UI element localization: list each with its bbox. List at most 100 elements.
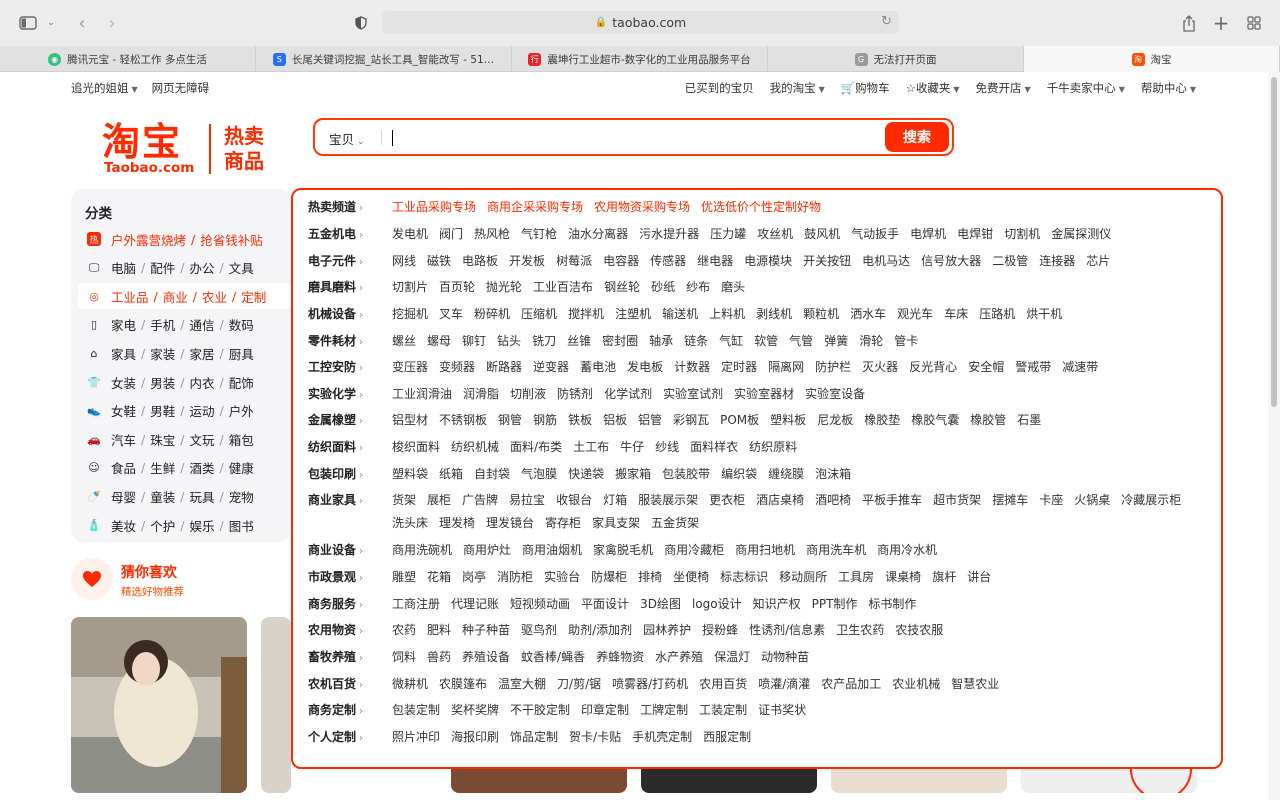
panel-item-link[interactable]: 包装胶带 (662, 463, 710, 486)
panel-item-link[interactable]: 课桌椅 (885, 566, 921, 589)
category-link[interactable]: 文具 (229, 258, 254, 277)
browser-tab[interactable]: ◉ 腾讯元宝 - 轻松工作 多点生活 (0, 46, 256, 72)
category-link[interactable]: 女鞋 (111, 401, 136, 420)
panel-item-link[interactable]: 商用洗碗机 (392, 539, 452, 562)
panel-item-link[interactable]: 密封圈 (602, 330, 638, 353)
panel-item-link[interactable]: 纱线 (655, 436, 679, 459)
panel-item-link[interactable]: 园林养护 (643, 619, 691, 642)
panel-item-link[interactable]: 种子种苗 (462, 619, 510, 642)
panel-item-link[interactable]: 砂纸 (651, 276, 675, 299)
browser-tab[interactable]: S 长尾关键词挖掘_站长工具_智能改写 - 51… (256, 46, 512, 72)
panel-item-link[interactable]: 发电机 (392, 223, 428, 246)
category-link[interactable]: 母婴 (111, 487, 136, 506)
panel-category-label[interactable]: 五金机电 › (308, 223, 392, 247)
category-row[interactable]: 🍼 母婴 / 童装 / 玩具 / 宠物 (78, 483, 293, 509)
panel-category-label[interactable]: 个人定制 › (308, 726, 392, 750)
panel-item-link[interactable]: 更衣柜 (709, 489, 745, 512)
category-link[interactable]: 配饰 (229, 373, 254, 392)
page-scrollbar[interactable] (1268, 72, 1280, 800)
category-link[interactable]: 商业 (163, 287, 188, 306)
panel-item-link[interactable]: 商用企采采购专场 (487, 196, 583, 219)
panel-item-link[interactable]: 继电器 (697, 250, 733, 273)
panel-item-link[interactable]: 断路器 (486, 356, 522, 379)
panel-category-label[interactable]: 商务服务 › (308, 593, 392, 617)
panel-item-link[interactable]: 观光车 (897, 303, 933, 326)
panel-item-link[interactable]: 养蜂物资 (596, 646, 644, 669)
panel-item-link[interactable]: 防爆柜 (591, 566, 627, 589)
panel-category-label[interactable]: 实验化学 › (308, 383, 392, 407)
panel-item-link[interactable]: 网线 (392, 250, 416, 273)
category-link[interactable]: 运动 (189, 401, 214, 420)
panel-item-link[interactable]: 热风枪 (474, 223, 510, 246)
panel-item-link[interactable]: 电焊钳 (957, 223, 993, 246)
panel-item-link[interactable]: 尼龙板 (817, 409, 853, 432)
panel-item-link[interactable]: 优选低价个性定制好物 (701, 196, 821, 219)
panel-item-link[interactable]: 磨头 (721, 276, 745, 299)
category-link[interactable]: 抢省钱补贴 (200, 230, 263, 249)
panel-item-link[interactable]: 钢筋 (533, 409, 557, 432)
panel-item-link[interactable]: 油水分离器 (568, 223, 628, 246)
panel-item-link[interactable]: 纸箱 (439, 463, 463, 486)
panel-item-link[interactable]: 自封袋 (474, 463, 510, 486)
panel-item-link[interactable]: 塑料袋 (392, 463, 428, 486)
panel-item-link[interactable]: 包装定制 (392, 699, 440, 722)
panel-item-link[interactable]: 计数器 (674, 356, 710, 379)
panel-item-link[interactable]: 标书制作 (868, 593, 916, 616)
panel-category-label[interactable]: 农机百货 › (308, 673, 392, 697)
panel-item-link[interactable]: 电焊机 (910, 223, 946, 246)
chevron-down-icon[interactable]: ⌄ (44, 12, 58, 34)
category-link[interactable]: 农业 (202, 287, 227, 306)
panel-item-link[interactable]: 润滑脂 (463, 383, 499, 406)
panel-item-link[interactable]: 农用物资采购专场 (594, 196, 690, 219)
panel-item-link[interactable]: 土工布 (573, 436, 609, 459)
browser-tab[interactable]: 行震坤行工业超市-数字化的工业用品服务平台 (512, 46, 768, 72)
panel-item-link[interactable]: 链条 (684, 330, 708, 353)
panel-item-link[interactable]: 压缩机 (521, 303, 557, 326)
panel-item-link[interactable]: 展柜 (427, 489, 451, 512)
panel-item-link[interactable]: 工具房 (838, 566, 874, 589)
panel-item-link[interactable]: 叉车 (439, 303, 463, 326)
product-card-image[interactable] (831, 769, 1007, 793)
panel-item-link[interactable]: 滑轮 (859, 330, 883, 353)
panel-item-link[interactable]: 兽药 (427, 646, 451, 669)
panel-item-link[interactable]: 冷藏展示柜 (1121, 489, 1181, 512)
category-link[interactable]: 文玩 (189, 430, 214, 449)
panel-item-link[interactable]: 压力罐 (710, 223, 746, 246)
category-link[interactable]: 箱包 (229, 430, 254, 449)
panel-item-link[interactable]: logo设计 (692, 593, 742, 616)
category-link[interactable]: 家电 (111, 315, 136, 334)
panel-item-link[interactable]: 气管 (789, 330, 813, 353)
category-link[interactable]: 男装 (150, 373, 175, 392)
panel-item-link[interactable]: 防锈剂 (557, 383, 593, 406)
panel-item-link[interactable]: 抛光轮 (486, 276, 522, 299)
category-row[interactable]: 🖵 电脑 / 配件 / 办公 / 文具 (78, 255, 293, 281)
panel-item-link[interactable]: 泡沫箱 (815, 463, 851, 486)
browser-tab-active[interactable]: 淘淘宝 (1024, 46, 1280, 72)
panel-item-link[interactable]: 隔离网 (768, 356, 804, 379)
panel-item-link[interactable]: 颗粒机 (803, 303, 839, 326)
panel-item-link[interactable]: 化学试剂 (604, 383, 652, 406)
panel-item-link[interactable]: 减速带 (1062, 356, 1098, 379)
panel-item-link[interactable]: 奖杯奖牌 (451, 699, 499, 722)
panel-item-link[interactable]: 货架 (392, 489, 416, 512)
share-icon[interactable] (1180, 12, 1198, 34)
panel-item-link[interactable]: 授粉蜂 (702, 619, 738, 642)
category-link[interactable]: 办公 (189, 258, 214, 277)
panel-item-link[interactable]: 商用油烟机 (522, 539, 582, 562)
panel-item-link[interactable]: 驱鸟剂 (521, 619, 557, 642)
panel-item-link[interactable]: 芯片 (1086, 250, 1110, 273)
panel-item-link[interactable]: 农药 (392, 619, 416, 642)
panel-item-link[interactable]: 管卡 (894, 330, 918, 353)
panel-item-link[interactable]: 缠绕膜 (768, 463, 804, 486)
panel-item-link[interactable]: 螺母 (427, 330, 451, 353)
panel-item-link[interactable]: 农产品加工 (821, 673, 881, 696)
panel-item-link[interactable]: 轴承 (649, 330, 673, 353)
panel-item-link[interactable]: 气动扳手 (851, 223, 899, 246)
category-row[interactable]: ◎ 工业品 / 商业 / 农业 / 定制 (78, 283, 293, 310)
browser-tab[interactable]: G 无法打开页面 (768, 46, 1024, 72)
panel-item-link[interactable]: 定时器 (721, 356, 757, 379)
panel-category-label[interactable]: 农用物资 › (308, 619, 392, 643)
search-scope-dropdown[interactable]: 宝贝 ⌄ (329, 129, 365, 148)
panel-item-link[interactable]: 搬家箱 (615, 463, 651, 486)
panel-item-link[interactable]: 不干胶定制 (510, 699, 570, 722)
